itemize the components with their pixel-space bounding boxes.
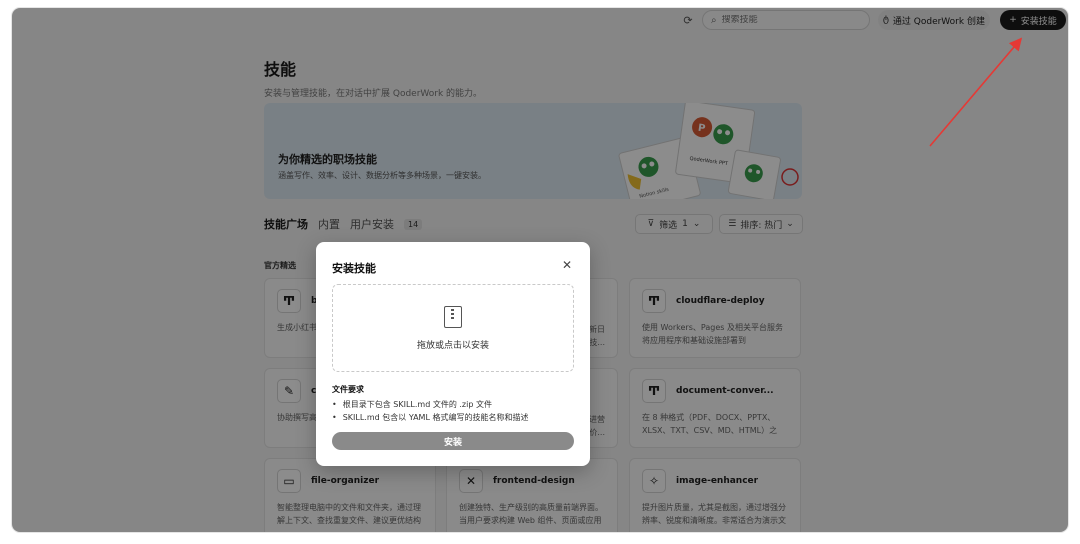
zip-file-icon: [444, 305, 462, 328]
dialog-title: 安装技能: [332, 262, 376, 275]
requirement-item: SKILL.md 包含以 YAML 格式编写的技能名称和描述: [332, 411, 529, 424]
install-button[interactable]: 安装: [332, 432, 574, 450]
requirement-item: 根目录下包含 SKILL.md 文件的 .zip 文件: [332, 398, 528, 411]
install-skill-dialog: 安装技能 ✕ 拖放或点击以安装 文件要求 根目录下包含 SKILL.md 文件的…: [316, 242, 590, 466]
dropzone-text: 拖放或点击以安装: [416, 340, 489, 351]
app-window: ⟳ ⌕ ტ 通过 QoderWork 创建 + 安装技能 技能 安装与管理技能，…: [12, 8, 1068, 532]
requirements-title: 文件要求: [332, 385, 364, 394]
requirements-list: 根目录下包含 SKILL.md 文件的 .zip 文件 SKILL.md 包含以…: [332, 398, 529, 424]
file-dropzone[interactable]: 拖放或点击以安装: [332, 284, 574, 372]
close-icon[interactable]: ✕: [562, 258, 572, 272]
